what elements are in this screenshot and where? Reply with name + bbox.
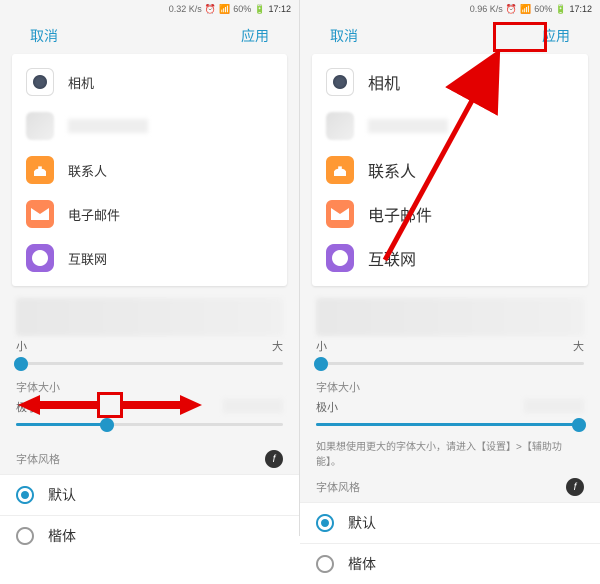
cancel-button[interactable]: 取消 [30,26,58,46]
header-bar: 取消 应用 [0,18,299,54]
font-tiny: 极小 [16,399,38,415]
font-size-slider[interactable] [316,423,584,426]
app-row-email: 电子邮件 [312,192,588,236]
radio-icon[interactable] [316,514,334,532]
display-size-slider[interactable] [16,362,283,365]
font-settings-icon[interactable]: f [265,450,283,468]
font-style-label: 字体风格 [16,451,60,467]
clock: 17:12 [268,4,291,14]
battery-icon: 🔋 [254,4,265,15]
size-large: 大 [272,338,283,354]
radio-label: 默认 [48,485,76,505]
radio-icon[interactable] [16,527,34,545]
app-name: 相机 [68,73,94,92]
app-row-email: 电子邮件 [12,192,287,236]
radio-label: 楷体 [348,554,376,574]
app-row-internet: 互联网 [312,236,588,280]
status-bar: 0.32 K/s ⏰ 📶 60% 🔋 17:12 [0,0,299,18]
contacts-icon [26,156,54,184]
camera-icon [326,68,354,96]
radio-icon[interactable] [316,555,334,573]
size-small: 小 [316,338,327,354]
app-row-internet: 互联网 [12,236,287,280]
clock: 17:12 [569,4,592,14]
display-size-slider[interactable] [316,362,584,365]
slider-thumb[interactable] [314,357,328,371]
app-name: 电子邮件 [368,202,432,226]
font-style-label: 字体风格 [316,479,360,495]
blur-icon [326,112,354,140]
slider-thumb[interactable] [100,418,114,432]
radio-icon[interactable] [16,486,34,504]
status-bar: 0.96 K/s ⏰ 📶 60% 🔋 17:12 [300,0,600,18]
app-row-contacts: 联系人 [312,148,588,192]
blurred-preview [316,298,584,336]
font-size-range: 极小 [300,399,600,419]
email-icon [26,200,54,228]
slider-thumb[interactable] [14,357,28,371]
font-settings-icon[interactable]: f [566,478,584,496]
font-style-header: 字体风格 f [300,472,600,502]
font-size-label: 字体大小 [300,375,600,399]
radio-default[interactable]: 默认 [0,474,299,515]
app-name: 联系人 [368,158,416,182]
internet-icon [326,244,354,272]
app-row-camera: 相机 [312,60,588,104]
apply-button[interactable]: 应用 [241,26,269,46]
contacts-icon [326,156,354,184]
radio-default[interactable]: 默认 [300,502,600,543]
app-name: 联系人 [68,161,107,180]
font-size-slider[interactable] [16,423,283,426]
header-bar: 取消 应用 [300,18,600,54]
alarm-icon: ⏰ [205,4,216,15]
radio-kai[interactable]: 楷体 [300,543,600,584]
font-size-label: 字体大小 [0,375,299,399]
app-name: 电子邮件 [68,205,120,224]
size-small: 小 [16,338,27,354]
radio-label: 楷体 [48,526,76,546]
battery-text: 60% [233,4,251,14]
apps-preview-card: 相机 联系人 电子邮件 互联网 [312,54,588,286]
battery-text: 60% [534,4,552,14]
signal-icon: 📶 [520,4,531,15]
signal-icon: 📶 [219,4,230,15]
blurred-label [524,399,584,413]
size-labels: 小 大 [300,338,600,358]
battery-icon: 🔋 [555,4,566,15]
app-row-blurred [312,104,588,148]
size-large: 大 [573,338,584,354]
blurred-label [223,399,283,413]
apply-button[interactable]: 应用 [542,26,570,46]
net-speed: 0.32 K/s [169,4,202,14]
app-row-camera: 相机 [12,60,287,104]
font-size-hint: 如果想使用更大的字体大小，请进入【设置】>【辅助功能】。 [300,436,600,472]
font-style-header: 字体风格 f [0,444,299,474]
app-name-blurred [368,119,448,133]
app-name: 互联网 [368,246,416,270]
app-row-blurred [12,104,287,148]
app-row-contacts: 联系人 [12,148,287,192]
radio-label: 默认 [348,513,376,533]
camera-icon [26,68,54,96]
left-screenshot: 0.32 K/s ⏰ 📶 60% 🔋 17:12 取消 应用 相机 联系人 [0,0,300,536]
font-tiny: 极小 [316,399,338,415]
blurred-preview [16,298,283,336]
size-labels: 小 大 [0,338,299,358]
internet-icon [26,244,54,272]
apps-preview-card: 相机 联系人 电子邮件 互联网 [12,54,287,286]
cancel-button[interactable]: 取消 [330,26,358,46]
slider-thumb[interactable] [572,418,586,432]
net-speed: 0.96 K/s [470,4,503,14]
blur-icon [26,112,54,140]
app-name-blurred [68,119,148,133]
app-name: 相机 [368,70,400,94]
email-icon [326,200,354,228]
alarm-icon: ⏰ [506,4,517,15]
font-size-range: 极小 [0,399,299,419]
app-name: 互联网 [68,249,107,268]
right-screenshot: 0.96 K/s ⏰ 📶 60% 🔋 17:12 取消 应用 相机 联系人 [300,0,600,536]
